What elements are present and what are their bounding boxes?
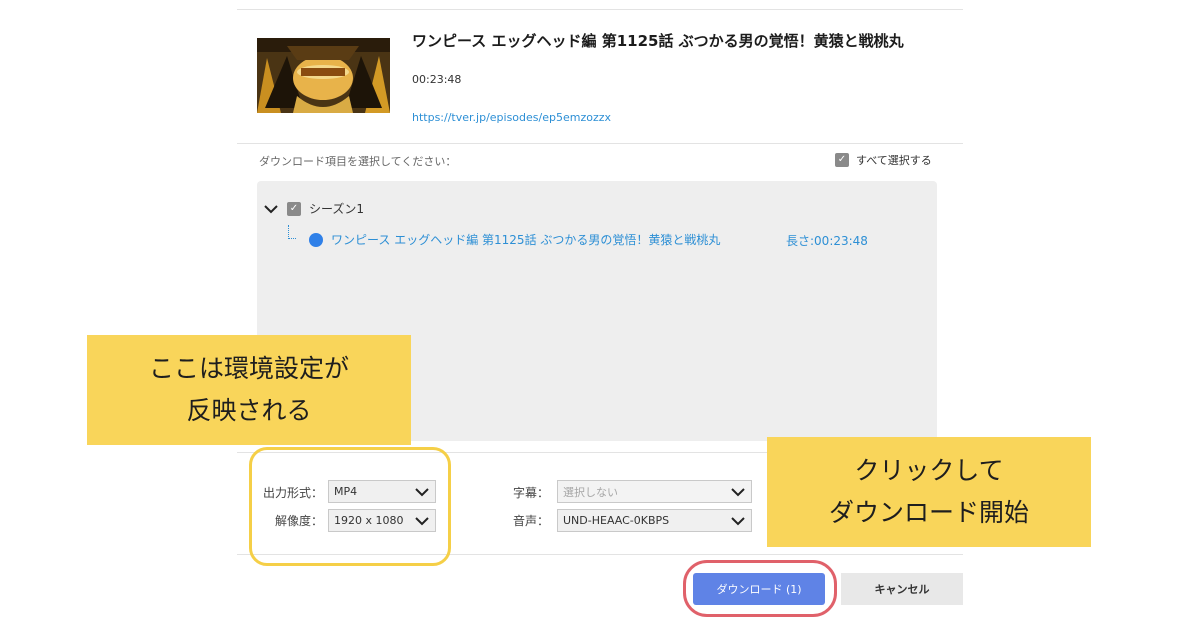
tree-guide-line [288, 225, 296, 239]
audio-select[interactable]: UND-HEAAC-0KBPS [557, 509, 752, 532]
download-highlight-ring [683, 560, 837, 617]
audio-value: UND-HEAAC-0KBPS [563, 514, 670, 527]
settings-highlight-ring [249, 447, 451, 566]
settings-callout-line2: 反映される [186, 396, 312, 425]
cancel-button[interactable]: キャンセル [841, 573, 963, 605]
subtitle-label: 字幕： [512, 486, 549, 500]
header-divider [237, 143, 963, 144]
episode-radio-selected[interactable] [309, 232, 323, 247]
season-row[interactable]: ✓ シーズン1 [263, 200, 364, 217]
subtitle-value: 選択しない [563, 485, 618, 499]
chevron-down-icon [731, 517, 745, 526]
checkbox-checked-icon: ✓ [835, 153, 849, 167]
settings-callout-line1: ここは環境設定が [148, 354, 349, 383]
season-label: シーズン1 [309, 202, 365, 216]
episode-item-length: 長さ:00:23:48 [786, 234, 868, 248]
episode-thumbnail-image [257, 38, 390, 113]
select-items-prompt: ダウンロード項目を選択してください： [259, 155, 457, 168]
select-all-label: すべて選択する [856, 154, 932, 167]
top-divider [237, 9, 963, 10]
season-checkbox[interactable]: ✓ [287, 201, 301, 216]
select-all-checkbox[interactable]: ✓ すべて選択する [835, 152, 932, 168]
episode-url-link[interactable]: https://tver.jp/episodes/ep5emzozzx [412, 111, 611, 124]
settings-callout: ここは環境設定が 反映される [87, 335, 411, 445]
audio-label: 音声： [512, 514, 549, 528]
download-callout: クリックして ダウンロード開始 [767, 437, 1091, 547]
episode-item-title: ワンピース エッグヘッド編 第1125話 ぶつかる男の覚悟！黄猿と戦桃丸 [331, 233, 721, 247]
episode-list-item[interactable]: ワンピース エッグヘッド編 第1125話 ぶつかる男の覚悟！黄猿と戦桃丸 長さ:… [309, 231, 869, 248]
download-callout-line2: ダウンロード開始 [828, 498, 1029, 527]
episode-title: ワンピース エッグヘッド編 第1125話 ぶつかる男の覚悟！黄猿と戦桃丸 [412, 32, 904, 50]
subtitle-select[interactable]: 選択しない [557, 480, 752, 503]
chevron-down-icon [731, 488, 745, 497]
episode-duration: 00:23:48 [412, 73, 462, 86]
download-callout-line1: クリックして [854, 456, 1004, 485]
chevron-down-icon[interactable] [263, 201, 279, 217]
